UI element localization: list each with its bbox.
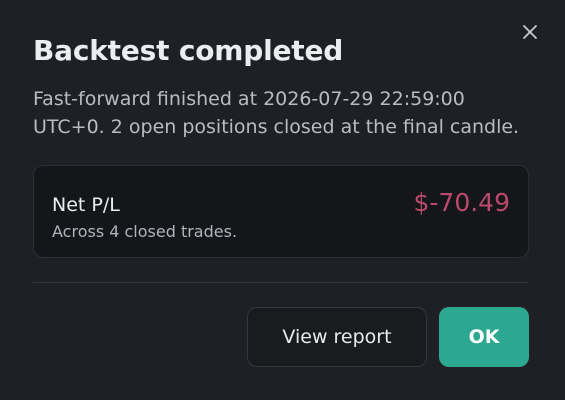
- dialog-title: Backtest completed: [33, 34, 344, 67]
- net-pl-value: $-70.49: [413, 188, 511, 217]
- view-report-button[interactable]: View report: [247, 307, 427, 367]
- net-pl-subtext: Across 4 closed trades.: [52, 222, 238, 241]
- net-pl-label: Net P/L: [52, 194, 120, 216]
- dialog-description: Fast-forward finished at 2026-07-29 22:5…: [33, 88, 520, 138]
- divider: [33, 282, 529, 283]
- net-pl-card: Net P/L Across 4 closed trades. $-70.49: [33, 165, 529, 258]
- close-button[interactable]: [518, 20, 542, 44]
- ok-button[interactable]: OK: [439, 307, 529, 367]
- close-icon: [523, 25, 537, 39]
- backtest-complete-dialog: Backtest completed Fast-forward finished…: [0, 0, 565, 400]
